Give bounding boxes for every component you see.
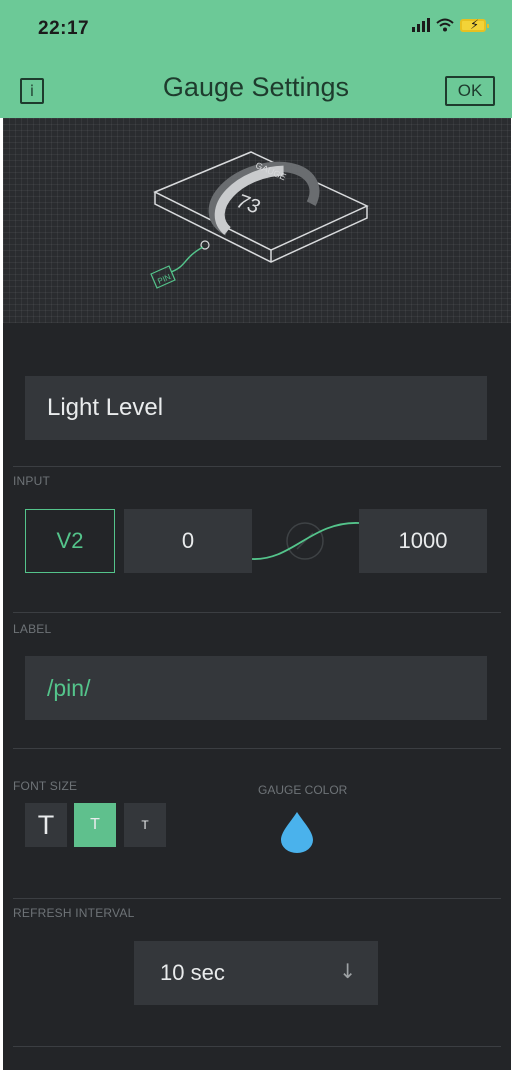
pin-tag-text: PIN: [156, 272, 172, 286]
font-size-large-button[interactable]: T: [25, 803, 67, 847]
gauge-value-text: 73: [234, 190, 262, 218]
widget-preview: GAUGE 73 PIN: [3, 118, 511, 323]
divider: [13, 898, 501, 899]
refresh-interval-select[interactable]: 10 sec ↓: [134, 941, 378, 1005]
ok-button[interactable]: OK: [445, 76, 495, 106]
gauge-color-label: GAUGE COLOR: [258, 783, 348, 797]
label-section-label: LABEL: [13, 622, 52, 636]
range-max-input[interactable]: 1000: [359, 509, 487, 573]
top-bar: 22:17 ⚡ i Gauge Settings OK: [0, 0, 512, 118]
input-section-label: INPUT: [13, 474, 50, 488]
range-min-input[interactable]: 0: [124, 509, 252, 573]
font-size-small-button[interactable]: T: [124, 803, 166, 847]
wifi-icon: [436, 18, 454, 32]
arrow-down-icon: ↓: [339, 959, 356, 983]
signal-icon: [412, 18, 430, 32]
refresh-interval-label: REFRESH INTERVAL: [13, 906, 135, 920]
font-size-medium-button[interactable]: T: [74, 803, 116, 847]
pin-select-button[interactable]: V2: [25, 509, 115, 573]
refresh-interval-value: 10 sec: [160, 960, 225, 985]
droplet-icon[interactable]: [279, 810, 315, 854]
range-mapping-icon: [252, 522, 359, 560]
divider: [13, 612, 501, 613]
divider: [13, 748, 501, 749]
gauge-illustration: GAUGE 73 PIN: [150, 151, 369, 289]
label-input[interactable]: /pin/: [25, 656, 487, 720]
status-icons: ⚡: [412, 18, 489, 32]
page-title: Gauge Settings: [162, 72, 350, 102]
widget-name-input[interactable]: Light Level: [25, 376, 487, 440]
divider: [13, 1046, 501, 1047]
divider: [13, 466, 501, 467]
settings-panel: GAUGE 73 PIN Light Level INPUT V2 0 1000…: [3, 118, 511, 1070]
app-screen: 22:17 ⚡ i Gauge Settings OK GAUGE 73 PIN…: [0, 0, 512, 1070]
font-size-label: FONT SIZE: [13, 779, 78, 793]
battery-charging-icon: ⚡: [460, 18, 489, 32]
status-time: 22:17: [38, 18, 90, 39]
